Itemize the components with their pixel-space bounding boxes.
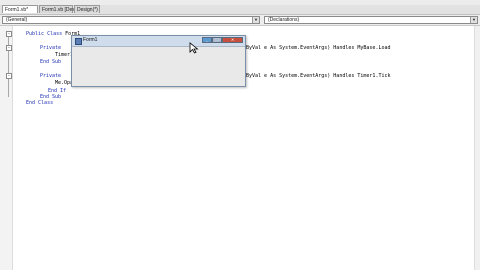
mouse-cursor-icon	[189, 42, 199, 54]
code-line: ByVal e As System.EventArgs) Handles Tim…	[246, 73, 391, 79]
collapse-icon[interactable]: −	[6, 73, 12, 79]
code-line: ByVal e As System.EventArgs) Handles MyB…	[246, 45, 391, 51]
chevron-down-icon[interactable]: ▼	[470, 17, 477, 23]
close-button[interactable]: ✕	[222, 37, 243, 43]
code-line: Private	[40, 73, 62, 79]
document-tab-bar: Form1.vb* Form1.vb [Design]* Design(*)	[0, 5, 480, 15]
chevron-down-icon[interactable]: ▼	[252, 17, 259, 23]
maximize-button[interactable]: □	[212, 37, 222, 43]
collapse-icon[interactable]: −	[6, 45, 12, 51]
code-line: End Sub	[40, 59, 62, 65]
form1-title: Form1	[83, 37, 98, 43]
method-name-dropdown[interactable]: (Declarations) ▼	[264, 16, 478, 24]
form1-window[interactable]: Form1 _ □ ✕	[71, 35, 246, 87]
minimize-button[interactable]: _	[202, 37, 212, 43]
method-name-value: (Declarations)	[268, 17, 300, 23]
class-name-dropdown[interactable]: (General) ▼	[2, 16, 260, 24]
tab-form1-designer[interactable]: Form1.vb [Design]*	[39, 5, 85, 13]
editor-gutter: − − −	[0, 26, 13, 270]
keyword: Public Class	[26, 31, 63, 37]
collapse-icon[interactable]: −	[6, 31, 12, 37]
code-line: Private	[40, 45, 62, 51]
code-line: End Class	[26, 100, 54, 106]
navigation-bar: (General) ▼ (Declarations) ▼	[0, 15, 480, 26]
form1-title-bar[interactable]: Form1 _ □ ✕	[72, 36, 245, 47]
tab-form1-vb[interactable]: Form1.vb*	[2, 5, 38, 13]
tab-design[interactable]: Design(*)	[74, 5, 100, 13]
vertical-scrollbar[interactable]	[474, 26, 480, 270]
class-name-value: (General)	[6, 17, 28, 23]
form-icon	[75, 38, 82, 45]
